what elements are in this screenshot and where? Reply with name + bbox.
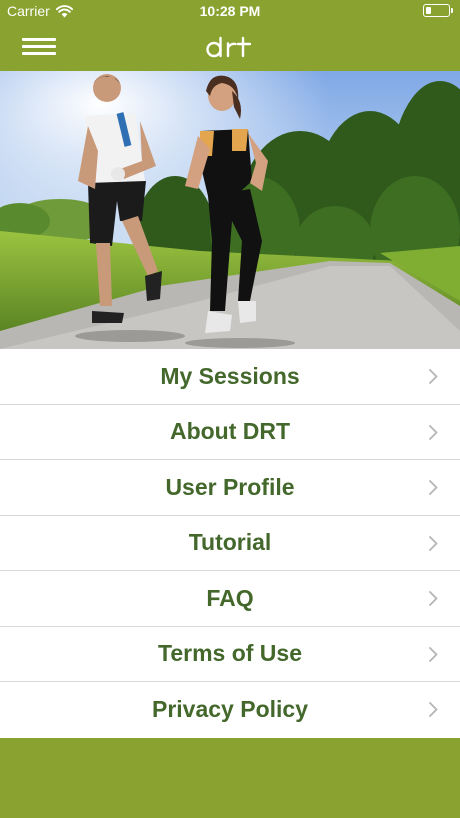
menu-item-my-sessions[interactable]: My Sessions: [0, 349, 460, 405]
app-header: Carrier 10:28 PM: [0, 0, 460, 71]
chevron-right-icon: [429, 369, 438, 384]
hero-image: [0, 71, 460, 349]
menu-item-label: My Sessions: [160, 362, 300, 389]
joggers-illustration: [0, 71, 460, 349]
chevron-right-icon: [429, 646, 438, 662]
menu-item-user-profile[interactable]: User Profile: [0, 460, 460, 516]
status-bar: Carrier 10:28 PM: [0, 0, 460, 22]
menu-item-label: Tutorial: [188, 529, 272, 556]
hamburger-menu-button[interactable]: [22, 36, 56, 58]
menu-item-label: About DRT: [169, 418, 291, 445]
hamburger-icon-line: [22, 45, 56, 48]
chevron-right-icon: [429, 702, 438, 717]
menu-item-label: User Profile: [165, 473, 295, 500]
chevron-right-icon: [429, 424, 438, 440]
chevron-right-icon: [429, 591, 438, 606]
chevron-right-icon: [429, 535, 438, 551]
hamburger-icon-line: [22, 52, 56, 55]
status-time: 10:28 PM: [199, 3, 261, 19]
menu-item-tutorial[interactable]: Tutorial: [0, 515, 460, 571]
menu-item-about-drt[interactable]: About DRT: [0, 404, 460, 460]
menu-item-label: FAQ: [206, 584, 254, 611]
battery-icon: [423, 4, 453, 17]
hamburger-icon-line: [22, 38, 56, 41]
chevron-right-icon: [429, 480, 438, 495]
battery-fill: [425, 6, 431, 14]
menu-item-privacy-policy[interactable]: Privacy Policy: [0, 682, 460, 738]
drt-logo: [206, 36, 252, 58]
menu-item-label: Terms of Use: [157, 640, 302, 667]
menu-item-label: Privacy Policy: [152, 696, 308, 723]
menu-item-faq[interactable]: FAQ: [0, 571, 460, 627]
main-menu-list: My Sessions About DRT User Profile Tutor…: [0, 349, 460, 738]
menu-item-terms-of-use[interactable]: Terms of Use: [0, 626, 460, 682]
footer-bar: [0, 738, 460, 818]
